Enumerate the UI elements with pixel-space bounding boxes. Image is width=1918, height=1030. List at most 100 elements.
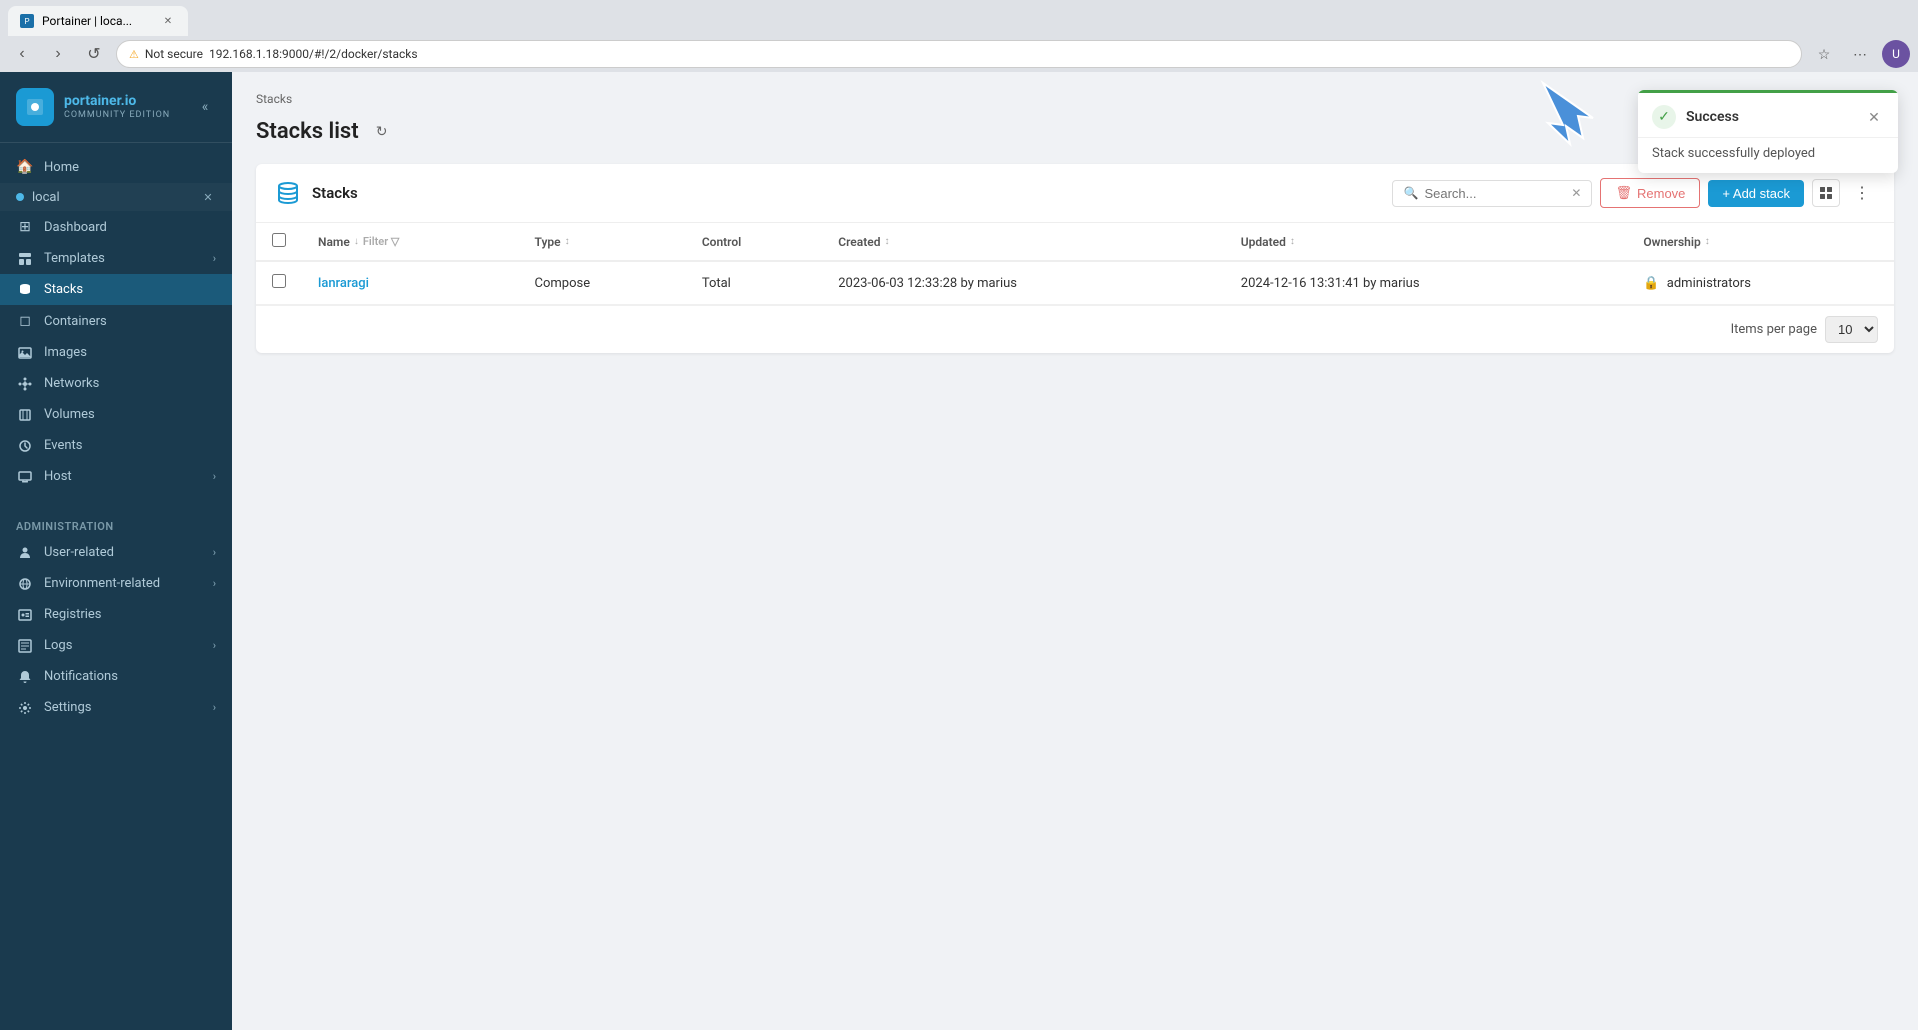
environment-item-local[interactable]: local ✕ [0, 183, 232, 211]
row-ownership-cell: 🔒 administrators [1627, 261, 1894, 305]
notifications-icon [16, 670, 34, 684]
success-check-icon: ✓ [1652, 105, 1676, 129]
stacks-table: Name ↓ Filter ▽ Type ↕ Co [256, 223, 1894, 305]
row-select-checkbox[interactable] [272, 274, 286, 288]
sidebar-item-environment-related[interactable]: Environment-related › [0, 568, 232, 599]
tab-close-btn[interactable]: ✕ [160, 13, 176, 29]
select-all-checkbox[interactable] [272, 233, 286, 247]
sidebar-item-stacks[interactable]: Stacks [0, 274, 232, 305]
search-box[interactable]: 🔍 ✕ [1392, 180, 1592, 207]
remove-icon: 🗑 [1615, 185, 1632, 201]
sidebar-item-label: Environment-related [44, 576, 203, 591]
add-stack-button[interactable]: + Add stack [1708, 180, 1804, 207]
sidebar-item-logs[interactable]: Logs › [0, 630, 232, 661]
dashboard-icon: ⊞ [16, 219, 34, 235]
more-options-button[interactable]: ⋮ [1848, 179, 1876, 207]
sidebar-item-host[interactable]: Host › [0, 461, 232, 492]
name-sort-icon[interactable]: ↓ [354, 236, 359, 247]
table-footer: Items per page 102550 [256, 305, 1894, 353]
tab-favicon: P [20, 14, 34, 28]
forward-button[interactable]: › [44, 40, 72, 68]
sidebar-item-user-related[interactable]: User-related › [0, 537, 232, 568]
sidebar-item-registries[interactable]: Registries [0, 599, 232, 630]
table-row: lanraragi Compose Total 2023-06-03 12:33… [256, 261, 1894, 305]
env-close-btn[interactable]: ✕ [200, 189, 216, 205]
sidebar-item-label: Home [44, 160, 216, 175]
sidebar-item-label: Images [44, 345, 216, 360]
security-icon: ⚠ [129, 48, 139, 61]
items-per-page-select[interactable]: 102550 [1825, 316, 1878, 343]
created-sort-icon[interactable]: ↕ [884, 236, 889, 247]
view-toggle [1812, 179, 1840, 207]
notification-close-button[interactable]: ✕ [1864, 107, 1884, 127]
url-bar[interactable]: ⚠ Not secure 192.168.1.18:9000/#!/2/dock… [116, 40, 1802, 68]
remove-button[interactable]: 🗑 Remove [1600, 178, 1700, 208]
th-control-label: Control [702, 235, 741, 249]
env-related-chevron-icon: › [213, 577, 216, 590]
search-clear-icon[interactable]: ✕ [1571, 186, 1581, 200]
back-button[interactable]: ‹ [8, 40, 36, 68]
sidebar-item-label: Networks [44, 376, 216, 391]
sidebar-collapse-btn[interactable]: « [194, 96, 216, 118]
table-view-button[interactable] [1812, 179, 1840, 207]
extensions-button[interactable]: ⋯ [1846, 40, 1874, 68]
sidebar-item-containers[interactable]: ◻ Containers [0, 305, 232, 337]
sidebar-item-templates[interactable]: Templates › [0, 243, 232, 274]
sidebar-item-home[interactable]: 🏠 Home [0, 151, 232, 183]
sidebar-item-dashboard[interactable]: ⊞ Dashboard [0, 211, 232, 243]
stacks-card: Stacks 🔍 ✕ 🗑 Remove + Add stack [256, 164, 1894, 353]
settings-icon [16, 701, 34, 715]
user-related-icon [16, 546, 34, 560]
type-sort-icon[interactable]: ↕ [565, 236, 570, 247]
sidebar-item-volumes[interactable]: Volumes [0, 399, 232, 430]
edition-label: COMMUNITY EDITION [64, 110, 170, 121]
notification-title: Success [1686, 109, 1854, 125]
stack-name-link[interactable]: lanraragi [318, 276, 369, 291]
app-container: portainer.io COMMUNITY EDITION « 🏠 Home … [0, 72, 1918, 1030]
th-name: Name ↓ Filter ▽ [302, 223, 519, 261]
logs-chevron-icon: › [213, 639, 216, 652]
th-type-label: Type [535, 235, 561, 249]
sidebar-item-events[interactable]: Events [0, 430, 232, 461]
name-filter-icon[interactable]: Filter ▽ [363, 235, 400, 248]
success-notification: ✓ Success ✕ Stack successfully deployed [1638, 90, 1898, 173]
row-name-cell: lanraragi [302, 261, 519, 305]
add-stack-label: + Add stack [1722, 186, 1790, 201]
browser-tab[interactable]: P Portainer | loca... ✕ [8, 6, 188, 36]
sidebar-item-images[interactable]: Images [0, 337, 232, 368]
card-actions: 🔍 ✕ 🗑 Remove + Add stack [1392, 178, 1876, 208]
admin-section: Administration User-related › [0, 500, 232, 731]
networks-icon [16, 377, 34, 391]
events-icon [16, 439, 34, 453]
profile-button[interactable]: U [1882, 40, 1910, 68]
reload-button[interactable]: ↺ [80, 40, 108, 68]
ownership-sort-icon[interactable]: ↕ [1705, 236, 1710, 247]
brand-name: portainer.io [64, 93, 170, 110]
stacks-card-title: Stacks [312, 184, 1382, 202]
bookmark-button[interactable]: ☆ [1810, 40, 1838, 68]
th-ownership-label: Ownership [1643, 235, 1700, 249]
th-created: Created ↕ [822, 223, 1225, 261]
host-icon [16, 470, 34, 484]
select-all-header [256, 223, 302, 261]
sidebar: portainer.io COMMUNITY EDITION « 🏠 Home … [0, 72, 232, 1030]
sidebar-item-label: Dashboard [44, 220, 216, 235]
notification-message: Stack successfully deployed [1638, 138, 1898, 173]
browser-tab-bar: P Portainer | loca... ✕ [0, 0, 1918, 36]
search-input[interactable] [1424, 186, 1565, 201]
sidebar-item-networks[interactable]: Networks [0, 368, 232, 399]
th-type: Type ↕ [519, 223, 686, 261]
sidebar-item-label: Logs [44, 638, 203, 653]
stacks-card-icon [274, 179, 302, 207]
updated-sort-icon[interactable]: ↕ [1290, 236, 1295, 247]
row-updated-cell: 2024-12-16 13:31:41 by marius [1225, 261, 1628, 305]
sidebar-item-label: Registries [44, 607, 216, 622]
sidebar-item-settings[interactable]: Settings › [0, 692, 232, 723]
refresh-button[interactable]: ↻ [369, 118, 395, 144]
table-header-row: Name ↓ Filter ▽ Type ↕ Co [256, 223, 1894, 261]
sidebar-item-notifications[interactable]: Notifications [0, 661, 232, 692]
row-checkbox-cell [256, 261, 302, 305]
images-icon [16, 346, 34, 360]
home-icon: 🏠 [16, 159, 34, 175]
browser-address-bar-row: ‹ › ↺ ⚠ Not secure 192.168.1.18:9000/#!/… [0, 36, 1918, 72]
